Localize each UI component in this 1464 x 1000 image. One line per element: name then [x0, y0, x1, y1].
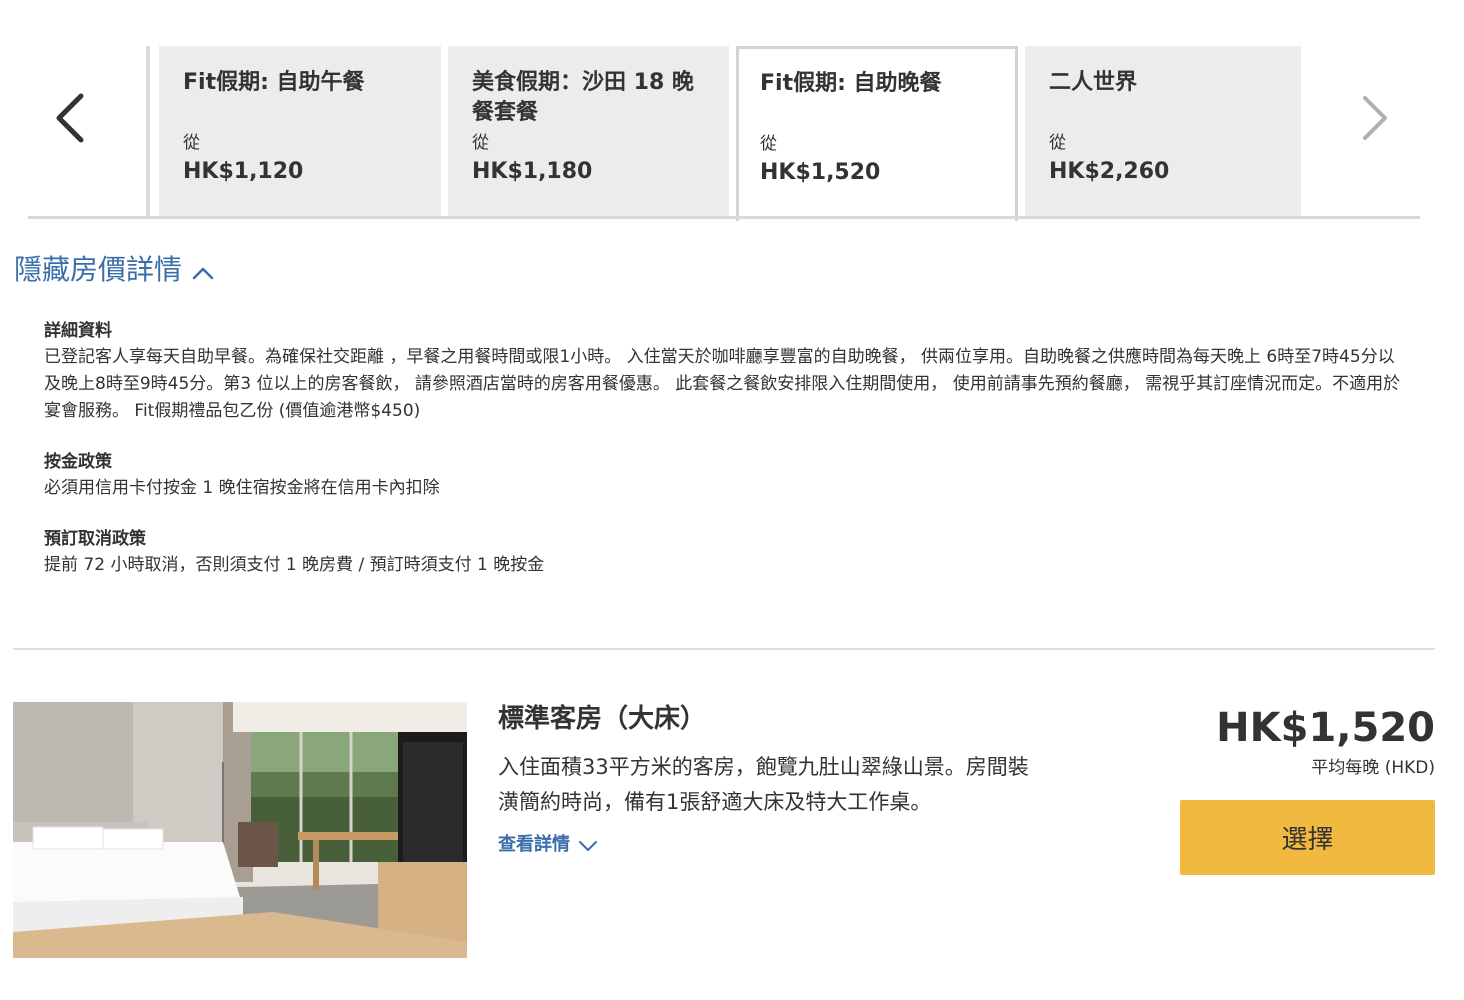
rate-tab-from: 從	[760, 134, 777, 154]
cancellation-policy-text: 提前 72 小時取消，否則須支付 1 晚房費 / 預訂時須支付 1 晚按金	[44, 555, 545, 575]
room-description: 入住面積33平方米的客房，飽覽九肚山翠綠山景。房間裝潢簡約時尚，備有1張舒適大床…	[498, 755, 1029, 814]
rate-tab-fit-lunch[interactable]: Fit假期: 自助午餐 從 HK$1,120	[159, 46, 441, 218]
room-price-note: 平均每晚 (HKD)	[1311, 758, 1435, 778]
rate-tab-shatin-dinner[interactable]: 美食假期：沙田 18 晚餐套餐 從 HK$1,180	[448, 46, 729, 218]
room-rates-page: Fit假期: 自助午餐 從 HK$1,120 美食假期：沙田 18 晚餐套餐 從…	[0, 0, 1464, 1000]
room-photo-image	[13, 702, 467, 958]
hide-rate-details-label: 隱藏房價詳情	[14, 253, 183, 286]
deposit-policy-block: 按金政策 必須用信用卡付按金 1 晚住宿按金將在信用卡內扣除	[44, 449, 1404, 502]
rate-tab-price: HK$1,180	[472, 159, 593, 184]
rate-tab-title: Fit假期: 自助午餐	[183, 70, 365, 95]
room-photo[interactable]	[13, 702, 467, 958]
deposit-policy-heading: 按金政策	[44, 452, 112, 472]
view-details-label: 查看詳情	[498, 834, 570, 855]
rate-tab-couple[interactable]: 二人世界 從 HK$2,260	[1025, 46, 1301, 218]
rate-tab-price: HK$1,120	[183, 159, 304, 184]
rate-tab-price: HK$2,260	[1049, 159, 1170, 184]
room-info: 標準客房（大床） 入住面積33平方米的客房，飽覽九肚山翠綠山景。房間裝潢簡約時尚…	[498, 700, 1058, 858]
chevron-right-icon	[1363, 96, 1387, 140]
details-heading: 詳細資料	[44, 321, 112, 341]
rate-tab-from: 從	[472, 133, 489, 153]
cancellation-policy-heading: 預訂取消政策	[44, 529, 146, 549]
rate-tab-title: 美食假期：沙田 18 晚餐套餐	[472, 70, 694, 125]
chevron-left-icon	[56, 93, 84, 143]
carousel-divider	[146, 46, 150, 218]
rate-tab-fit-dinner[interactable]: Fit假期: 自助晚餐 從 HK$1,520	[736, 46, 1018, 221]
rate-tab-title: Fit假期: 自助晚餐	[760, 71, 942, 96]
rate-plan-carousel: Fit假期: 自助午餐 從 HK$1,120 美食假期：沙田 18 晚餐套餐 從…	[0, 0, 1464, 230]
deposit-policy-text: 必須用信用卡付按金 1 晚住宿按金將在信用卡內扣除	[44, 478, 440, 498]
rate-tab-from: 從	[183, 133, 200, 153]
chevron-up-icon	[192, 267, 214, 280]
view-details-link[interactable]: 查看詳情	[498, 832, 1058, 858]
rate-details: 詳細資料 已登記客人享每天自助早餐。為確保社交距離 ，早餐之用餐時間或限1小時。…	[44, 318, 1404, 603]
rate-tab-title: 二人世界	[1049, 70, 1138, 95]
details-block: 詳細資料 已登記客人享每天自助早餐。為確保社交距離 ，早餐之用餐時間或限1小時。…	[44, 318, 1404, 425]
carousel-baseline	[28, 216, 1420, 219]
hide-rate-details-toggle[interactable]: 隱藏房價詳情	[14, 250, 214, 290]
carousel-prev-button[interactable]	[40, 88, 100, 148]
room-price: HK$1,520	[1216, 705, 1435, 751]
room-price-box: HK$1,520 平均每晚 (HKD)	[1180, 700, 1435, 780]
rate-tab-price: HK$1,520	[760, 160, 881, 185]
section-divider	[13, 648, 1435, 650]
rate-tab-from: 從	[1049, 133, 1066, 153]
room-name: 標準客房（大床）	[498, 704, 707, 734]
select-room-button[interactable]: 選擇	[1180, 800, 1435, 875]
chevron-down-icon	[579, 841, 597, 851]
details-text: 已登記客人享每天自助早餐。為確保社交距離 ，早餐之用餐時間或限1小時。 入住當天…	[44, 347, 1401, 421]
carousel-next-button[interactable]	[1344, 88, 1404, 148]
cancellation-policy-block: 預訂取消政策 提前 72 小時取消，否則須支付 1 晚房費 / 預訂時須支付 1…	[44, 526, 1404, 579]
